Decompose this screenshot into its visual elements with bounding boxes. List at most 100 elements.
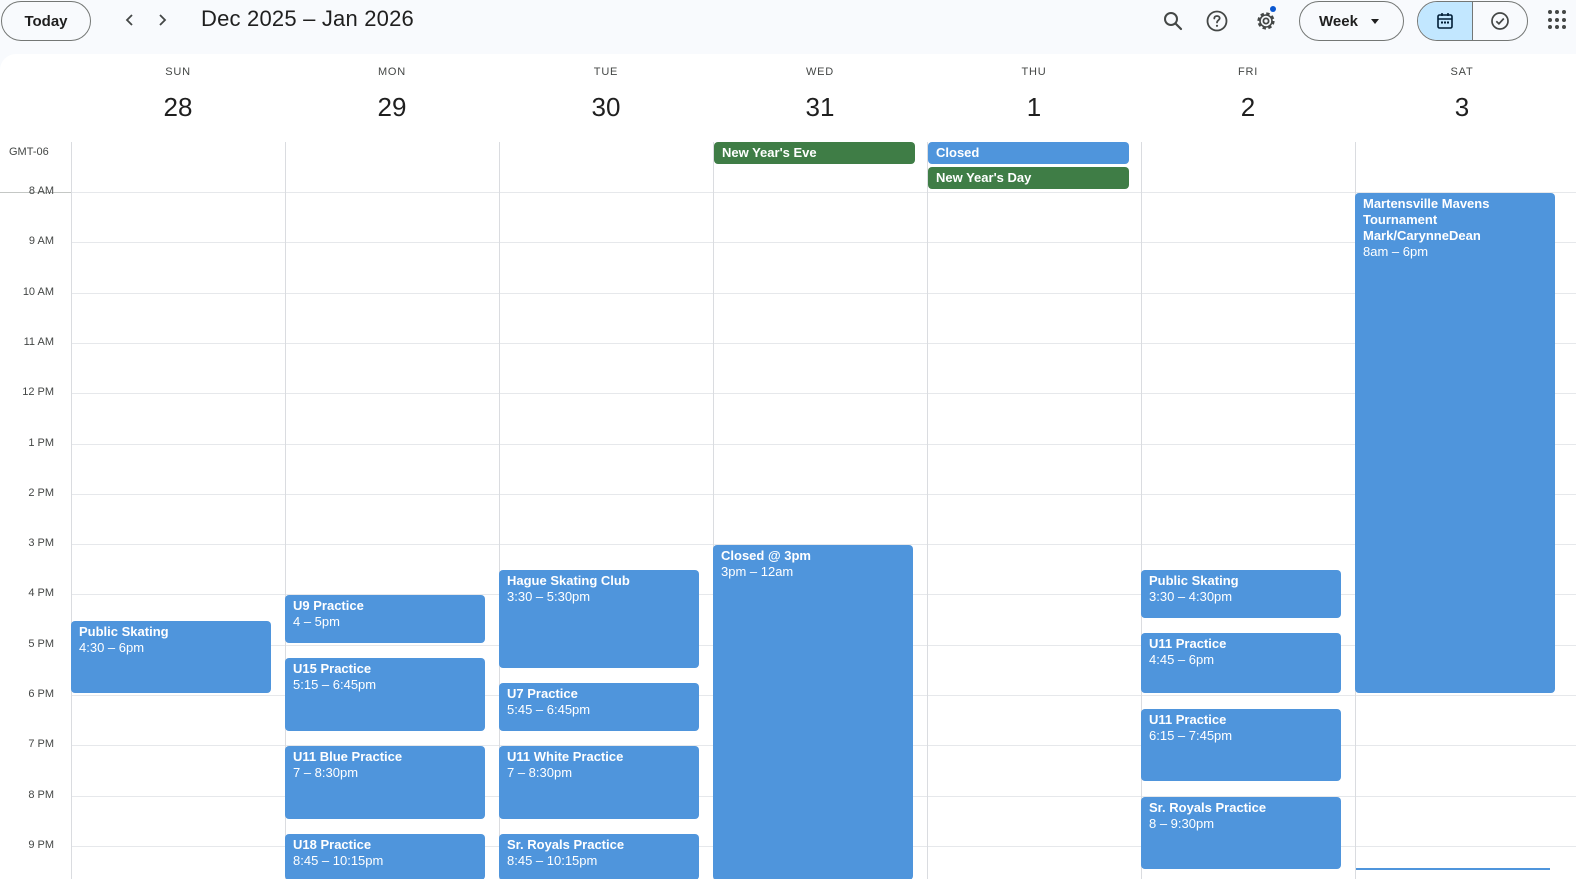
day-number[interactable]: 28: [71, 92, 285, 123]
day-column-divider: [71, 142, 72, 879]
hour-label: 11 AM: [23, 335, 54, 348]
event-title: Public Skating: [1149, 573, 1239, 589]
event-title: U15 Practice: [293, 661, 372, 677]
calendar-event[interactable]: U9 Practice 4 – 5pm: [285, 595, 485, 643]
caret-down-icon: [1371, 19, 1379, 24]
day-header[interactable]: THU 1: [927, 54, 1141, 142]
hour-gridline: [71, 342, 1576, 344]
day-header[interactable]: FRI 2: [1141, 54, 1355, 142]
day-of-week: TUE: [593, 66, 619, 78]
calendar-event[interactable]: U7 Practice 5:45 – 6:45pm: [499, 683, 699, 731]
hour-gridline: [71, 192, 1576, 193]
day-header[interactable]: MON 29: [285, 54, 499, 142]
help-button[interactable]: [1200, 4, 1234, 38]
hour-gridline: [71, 292, 1576, 294]
calendar-event[interactable]: U11 White Practice 7 – 8:30pm: [499, 746, 699, 819]
apps-grid-icon[interactable]: [1546, 8, 1570, 32]
hour-label: 3 PM: [28, 537, 54, 550]
hour-label: 10 AM: [22, 285, 54, 298]
day-of-week: SUN: [165, 66, 191, 78]
all-day-event[interactable]: New Year's Eve: [714, 142, 915, 164]
event-title: U9 Practice: [293, 598, 364, 614]
calendar-event[interactable]: Public Skating 4:30 – 6pm: [71, 620, 271, 693]
event-title: Sr. Royals Practice: [507, 837, 625, 853]
top-bar: Today Dec 2025 – Jan 2026 Week: [0, 0, 1576, 50]
event-title: Closed @ 3pm: [721, 548, 811, 564]
calendar-event[interactable]: Sr. Royals Practice 8:45 – 10:15pm: [499, 834, 699, 879]
timezone-label: GMT-06: [9, 146, 49, 158]
day-number[interactable]: 3: [1355, 92, 1569, 123]
calendar-event[interactable]: U11 Practice 4:45 – 6pm: [1141, 633, 1341, 693]
hour-gridline: [71, 443, 1576, 445]
hour-label: 9 PM: [28, 838, 54, 851]
next-week-button[interactable]: [148, 6, 176, 34]
calendar-event[interactable]: Sr. Royals Practice 8 – 9:30pm: [1141, 796, 1341, 870]
day-of-week: WED: [805, 66, 835, 78]
tasks-mode-button[interactable]: [1473, 2, 1528, 40]
calendar-event[interactable]: Hague Skating Club 3:30 – 5:30pm: [499, 570, 699, 668]
hour-label: 8 PM: [28, 788, 54, 801]
event-time: 8:45 – 10:15pm: [507, 853, 598, 869]
all-day-event[interactable]: Closed: [928, 142, 1129, 164]
event-title: U11 Practice: [1149, 636, 1227, 652]
event-time: 7 – 8:30pm: [507, 765, 573, 781]
chevron-right-icon: [159, 14, 167, 26]
day-of-week: SAT: [1450, 66, 1474, 78]
view-dropdown[interactable]: Week: [1299, 1, 1404, 41]
day-header[interactable]: SUN 28: [71, 54, 285, 142]
calendar-mode-button[interactable]: [1418, 2, 1473, 40]
event-time: 5:15 – 6:45pm: [293, 677, 377, 693]
hour-gridline: [71, 393, 1576, 395]
hour-label: 8 AM: [28, 185, 54, 197]
hour-label: 7 PM: [28, 738, 54, 751]
view-dropdown-label: Week: [1319, 12, 1358, 30]
day-header[interactable]: SAT 3: [1355, 54, 1569, 142]
day-number[interactable]: 2: [1141, 92, 1355, 123]
calendar-event[interactable]: Public Skating 3:30 – 4:30pm: [1141, 570, 1341, 618]
event-time: 3:30 – 5:30pm: [507, 589, 591, 605]
calendar-icon: [1436, 13, 1453, 29]
event-title: U18 Practice: [293, 837, 372, 853]
day-number[interactable]: 31: [713, 92, 927, 123]
day-number[interactable]: 1: [927, 92, 1141, 123]
hour-label: 4 PM: [28, 587, 54, 600]
check-circle-icon: [1490, 12, 1509, 30]
mode-toggle: [1417, 1, 1528, 41]
event-time: 8 – 9:30pm: [1149, 815, 1215, 831]
event-title: U11 White Practice: [507, 749, 624, 765]
settings-button[interactable]: [1249, 4, 1283, 38]
event-time: 4 – 5pm: [293, 614, 340, 630]
day-number[interactable]: 29: [285, 92, 499, 123]
day-of-week: MON: [377, 66, 407, 78]
event-time: 6:15 – 7:45pm: [1149, 727, 1233, 743]
week-grid: GMT-06 8 AM 9 AM 10 AM 11 AM 12 PM 1 PM 2 PM 3 …: [0, 54, 1576, 879]
calendar-event[interactable]: U18 Practice 8:45 – 10:15pm: [285, 834, 485, 879]
hour-gridline: [71, 493, 1576, 495]
event-title: Sr. Royals Practice: [1149, 799, 1267, 815]
day-header[interactable]: WED 31: [713, 54, 927, 142]
calendar-event[interactable]: Martensville Mavens Tournament Mark/Cary…: [1355, 193, 1555, 693]
calendar-event[interactable]: U11 Practice 6:15 – 7:45pm: [1141, 708, 1341, 781]
notification-dot: [1270, 6, 1276, 12]
hour-label: 6 PM: [28, 688, 54, 700]
hour-label: 12 PM: [22, 386, 54, 399]
date-range-title: Dec 2025 – Jan 2026: [201, 6, 414, 31]
event-title: Public Skating: [79, 623, 169, 639]
hour-label: 2 PM: [28, 486, 54, 499]
hour-label: 1 PM: [28, 436, 54, 449]
calendar-event[interactable]: U11 Blue Practice 7 – 8:30pm: [285, 746, 485, 819]
event-time: 8am – 6pm: [1363, 244, 1429, 259]
day-number[interactable]: 30: [499, 92, 713, 123]
day-header[interactable]: TUE 30: [499, 54, 713, 142]
event-continuation-edge: [1356, 868, 1550, 870]
today-button[interactable]: Today: [1, 1, 91, 41]
calendar-event[interactable]: U15 Practice 5:15 – 6:45pm: [285, 658, 485, 731]
calendar-event[interactable]: Closed @ 3pm 3pm – 12am: [713, 545, 913, 879]
event-title: U11 Blue Practice: [293, 749, 403, 765]
hour-gridline: [71, 242, 1576, 244]
previous-week-button[interactable]: [116, 6, 144, 34]
search-button[interactable]: [1156, 4, 1190, 38]
event-time: 7 – 8:30pm: [293, 765, 359, 781]
all-day-event[interactable]: New Year's Day: [928, 167, 1129, 189]
event-time: 5:45 – 6:45pm: [507, 702, 591, 718]
